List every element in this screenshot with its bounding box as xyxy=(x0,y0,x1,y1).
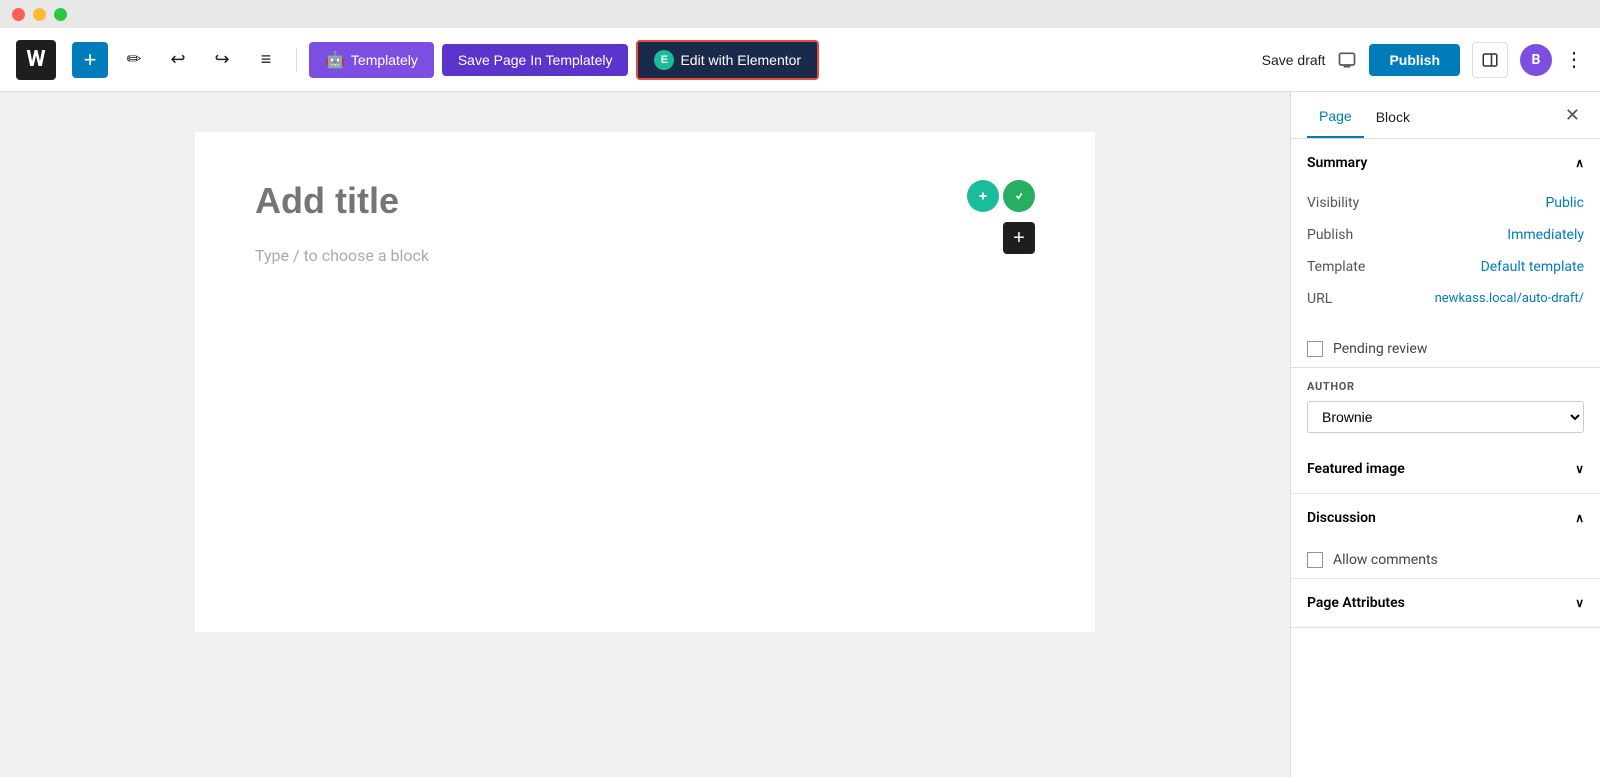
pending-review-row: Pending review xyxy=(1291,331,1600,367)
traffic-light-green[interactable] xyxy=(54,8,67,21)
templately-icon: 🤖 xyxy=(325,50,345,70)
float-icon-teal-button[interactable] xyxy=(967,180,999,212)
toolbar-right: Save draft Publish B ⋮ xyxy=(1262,42,1584,78)
featured-image-chevron-icon xyxy=(1575,461,1584,477)
page-attributes-chevron-icon xyxy=(1575,595,1584,611)
visibility-row: Visibility Public xyxy=(1307,187,1584,219)
page-attributes-section: Page Attributes xyxy=(1291,579,1600,628)
url-label: URL xyxy=(1307,291,1332,307)
settings-panel-icon xyxy=(1481,51,1499,69)
templately-button[interactable]: 🤖 Templately xyxy=(309,42,434,78)
edit-with-elementor-button[interactable]: E Edit with Elementor xyxy=(636,40,819,80)
floating-icons xyxy=(967,180,1035,212)
elementor-icon: E xyxy=(654,50,674,70)
template-value[interactable]: Default template xyxy=(1481,259,1584,275)
close-icon: ✕ xyxy=(1565,105,1580,126)
page-title-input[interactable] xyxy=(255,180,1035,222)
tab-page[interactable]: Page xyxy=(1307,92,1364,138)
featured-image-section-header[interactable]: Featured image xyxy=(1291,445,1600,493)
preview-button[interactable] xyxy=(1337,50,1357,70)
toolbar: W + ✏ ↩ ↪ ≡ 🤖 Templately Save Page In Te… xyxy=(0,28,1600,92)
traffic-light-red[interactable] xyxy=(12,8,25,21)
body: + Type / to choose a block Page Block ✕ xyxy=(0,92,1600,777)
allow-comments-checkbox[interactable] xyxy=(1307,552,1323,568)
allow-comments-label: Allow comments xyxy=(1333,552,1438,568)
teal-icon xyxy=(976,189,990,203)
sidebar: Page Block ✕ Summary Visibility xyxy=(1290,92,1600,777)
traffic-light-yellow[interactable] xyxy=(33,8,46,21)
discussion-chevron-icon xyxy=(1575,510,1584,526)
visibility-label: Visibility xyxy=(1307,195,1359,211)
discussion-label: Discussion xyxy=(1307,510,1376,526)
summary-chevron-up-icon xyxy=(1575,155,1584,171)
publish-button[interactable]: Publish xyxy=(1369,44,1460,76)
app: W + ✏ ↩ ↪ ≡ 🤖 Templately Save Page In Te… xyxy=(0,28,1600,777)
redo-button[interactable]: ↪ xyxy=(204,42,240,78)
publish-value[interactable]: Immediately xyxy=(1507,227,1584,243)
edit-pencil-button[interactable]: ✏ xyxy=(116,42,152,78)
more-icon: ⋮ xyxy=(1564,49,1584,71)
pending-review-checkbox[interactable] xyxy=(1307,341,1323,357)
publish-label: Publish xyxy=(1389,52,1440,68)
preview-icon xyxy=(1337,50,1357,70)
summary-section: Summary Visibility Public Publish Immedi… xyxy=(1291,139,1600,368)
list-view-icon: ≡ xyxy=(261,49,272,70)
discussion-section: Discussion Allow comments xyxy=(1291,494,1600,579)
block-hint-text: Type / to choose a block xyxy=(255,246,1035,265)
discussion-section-header[interactable]: Discussion xyxy=(1291,494,1600,542)
avatar[interactable]: B xyxy=(1520,44,1552,76)
sidebar-tabs: Page Block ✕ xyxy=(1291,92,1600,139)
undo-button[interactable]: ↩ xyxy=(160,42,196,78)
list-view-button[interactable]: ≡ xyxy=(248,42,284,78)
settings-toggle-button[interactable] xyxy=(1472,42,1508,78)
page-attributes-label: Page Attributes xyxy=(1307,595,1405,611)
undo-icon: ↩ xyxy=(170,49,185,70)
save-draft-label: Save draft xyxy=(1262,52,1326,68)
save-draft-button[interactable]: Save draft xyxy=(1262,52,1326,68)
add-block-toolbar-button[interactable]: + xyxy=(72,42,108,78)
sidebar-close-button[interactable]: ✕ xyxy=(1561,92,1584,138)
add-block-inline-icon: + xyxy=(1013,227,1025,250)
tab-block[interactable]: Block xyxy=(1364,92,1422,138)
templately-label: Templately xyxy=(351,52,418,68)
url-row: URL newkass.local/auto-draft/ xyxy=(1307,283,1584,315)
template-label: Template xyxy=(1307,259,1365,275)
float-icon-green-button[interactable] xyxy=(1003,180,1035,212)
plus-icon: + xyxy=(84,47,97,73)
edit-elementor-label: Edit with Elementor xyxy=(680,52,801,68)
template-row: Template Default template xyxy=(1307,251,1584,283)
summary-section-body: Visibility Public Publish Immediately Te… xyxy=(1291,187,1600,331)
author-label: AUTHOR xyxy=(1291,368,1600,397)
featured-image-section: Featured image xyxy=(1291,445,1600,494)
pencil-icon: ✏ xyxy=(126,49,141,70)
featured-image-label: Featured image xyxy=(1307,461,1405,477)
url-value[interactable]: newkass.local/auto-draft/ xyxy=(1435,291,1584,306)
summary-section-label: Summary xyxy=(1307,155,1367,171)
save-templately-label: Save Page In Templately xyxy=(458,52,613,68)
pending-review-label: Pending review xyxy=(1333,341,1427,357)
green-icon xyxy=(1012,189,1026,203)
author-section: AUTHOR Brownie xyxy=(1291,368,1600,445)
more-options-button[interactable]: ⋮ xyxy=(1564,47,1584,72)
editor-area[interactable]: + Type / to choose a block xyxy=(0,92,1290,777)
summary-section-header[interactable]: Summary xyxy=(1291,139,1600,187)
wp-logo[interactable]: W xyxy=(16,40,56,80)
author-select[interactable]: Brownie xyxy=(1307,401,1584,433)
editor-content: + Type / to choose a block xyxy=(195,132,1095,632)
add-block-inline-button[interactable]: + xyxy=(1003,222,1035,254)
toolbar-divider-1 xyxy=(296,48,297,72)
publish-row: Publish Immediately xyxy=(1307,219,1584,251)
titlebar xyxy=(0,0,1600,28)
allow-comments-row: Allow comments xyxy=(1291,542,1600,578)
save-page-templately-button[interactable]: Save Page In Templately xyxy=(442,44,629,76)
publish-label: Publish xyxy=(1307,227,1353,243)
page-attributes-section-header[interactable]: Page Attributes xyxy=(1291,579,1600,627)
redo-icon: ↪ xyxy=(214,49,229,70)
visibility-value[interactable]: Public xyxy=(1545,195,1584,211)
